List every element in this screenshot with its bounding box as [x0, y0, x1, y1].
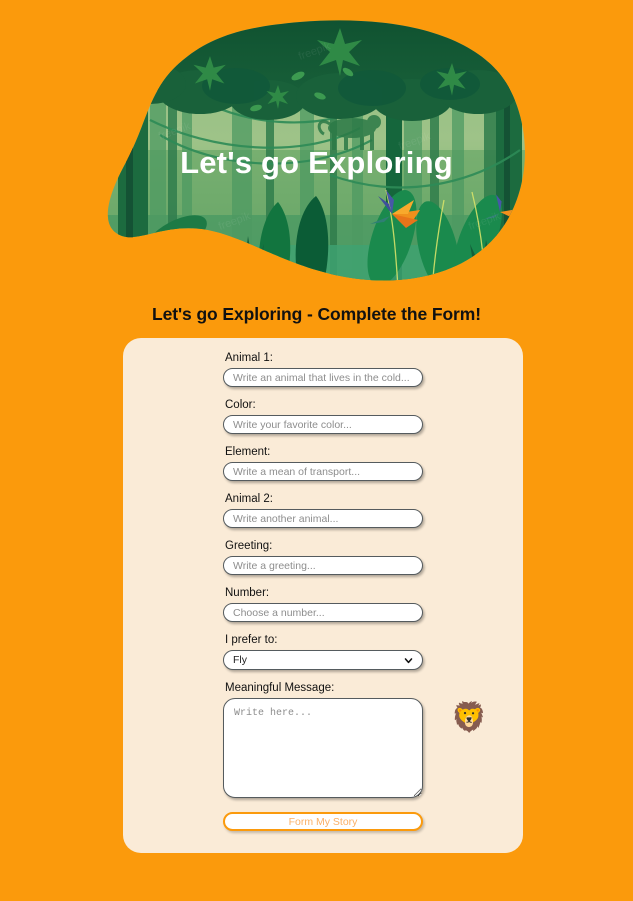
field-color: Color:: [223, 399, 423, 434]
input-animal-1[interactable]: [223, 368, 423, 387]
field-preference: I prefer to: FlySwimRunWalk: [223, 634, 423, 670]
input-greeting[interactable]: [223, 556, 423, 575]
field-greeting: Greeting:: [223, 540, 423, 575]
submit-button[interactable]: Form My Story: [223, 812, 423, 831]
field-animal-1: Animal 1:: [223, 352, 423, 387]
label-preference: I prefer to:: [225, 634, 278, 646]
input-number[interactable]: [223, 603, 423, 622]
field-message: Meaningful Message: 🦁: [223, 682, 487, 798]
form-card: Animal 1: Color: Element: Animal 2: Gree…: [123, 338, 523, 853]
select-preference[interactable]: FlySwimRunWalk: [223, 650, 423, 670]
preference-select-wrap: FlySwimRunWalk: [223, 650, 423, 670]
story-form: Animal 1: Color: Element: Animal 2: Gree…: [223, 352, 487, 831]
jungle-illustration: freepik freepik freepik freepik freepik: [107, 20, 525, 281]
page-title: Let's go Exploring - Complete the Form!: [152, 304, 481, 324]
hero-banner: freepik freepik freepik freepik freepik …: [0, 0, 633, 290]
label-element: Element:: [225, 446, 271, 458]
textarea-message[interactable]: [223, 698, 423, 798]
label-animal-1: Animal 1:: [225, 352, 273, 364]
label-message: Meaningful Message:: [225, 682, 335, 694]
field-number: Number:: [223, 587, 423, 622]
lion-icon: 🦁: [451, 702, 488, 734]
field-element: Element:: [223, 446, 423, 481]
label-greeting: Greeting:: [225, 540, 273, 552]
label-color: Color:: [225, 399, 256, 411]
label-number: Number:: [225, 587, 270, 599]
label-animal-2: Animal 2:: [225, 493, 273, 505]
input-element[interactable]: [223, 462, 423, 481]
input-color[interactable]: [223, 415, 423, 434]
field-animal-2: Animal 2:: [223, 493, 423, 528]
input-animal-2[interactable]: [223, 509, 423, 528]
